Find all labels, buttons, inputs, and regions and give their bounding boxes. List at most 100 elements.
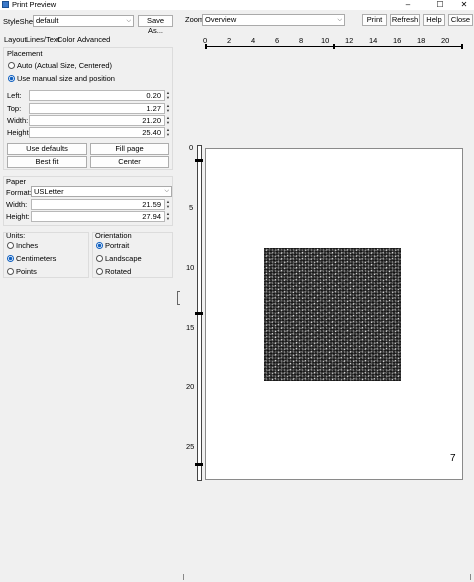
use-defaults-button[interactable]: Use defaults: [7, 143, 87, 155]
left-label: Left:: [7, 91, 22, 100]
auto-radio-label: Auto (Actual Size, Centered): [17, 61, 113, 70]
width-label: Width:: [7, 116, 29, 125]
vruler-marker-mid: [195, 312, 203, 315]
bottom-tick-right: [470, 574, 471, 580]
zoom-select[interactable]: Overview ⌵: [202, 14, 345, 26]
tab-lines-text[interactable]: Lines/Text: [26, 35, 60, 45]
tab-layout[interactable]: Layout: [4, 35, 27, 45]
tab-color[interactable]: Color: [57, 35, 75, 45]
title-bar: Print Preview – ☐ ✕: [0, 0, 474, 10]
spin-down-icon: ▼: [166, 216, 170, 221]
vruler-marker-bottom: [195, 463, 203, 466]
spin-down-icon: ▼: [166, 108, 170, 113]
paper-title: Paper: [6, 177, 27, 186]
paper-height-input[interactable]: 27.94: [31, 211, 165, 222]
chevron-down-icon: ⌵: [337, 17, 342, 23]
manual-radio-label: Use manual size and position: [17, 74, 115, 83]
stylesheet-value: default: [36, 16, 59, 25]
stylesheet-select[interactable]: default ⌵: [33, 15, 134, 27]
vruler-label: 25: [186, 442, 195, 451]
chevron-down-icon: ⌵: [126, 18, 131, 24]
orientation-rotated-radio[interactable]: [96, 268, 103, 275]
width-spinner[interactable]: ▲ ▼: [165, 115, 171, 126]
orientation-portrait-radio[interactable]: [96, 242, 103, 249]
height-spinner[interactable]: ▲ ▼: [165, 127, 171, 138]
top-label: Top:: [7, 104, 22, 113]
paper-height-spinner[interactable]: ▲ ▼: [165, 211, 171, 222]
orientation-landscape-label: Landscape: [105, 254, 142, 263]
best-fit-button[interactable]: Best fit: [7, 156, 87, 168]
vruler-label: 5: [189, 203, 194, 212]
width-input[interactable]: 21.20: [29, 115, 165, 126]
image-figure: [264, 248, 401, 381]
close-window-button[interactable]: ✕: [454, 0, 474, 10]
vruler-label: 0: [189, 143, 194, 152]
paper-width-label: Width:: [6, 200, 28, 209]
paper-width-spinner[interactable]: ▲ ▼: [165, 199, 171, 210]
height-input[interactable]: 25.40: [29, 127, 165, 138]
format-value: USLetter: [34, 187, 64, 196]
horizontal-ruler: 0 2 4 6 8 10 12 14 16 18 20: [203, 34, 463, 50]
window-title: Print Preview: [12, 0, 57, 9]
left-input[interactable]: 0.20: [29, 90, 165, 101]
minimize-button[interactable]: –: [398, 0, 418, 10]
units-points-radio[interactable]: [7, 268, 14, 275]
paper-height-label: Height:: [6, 212, 30, 221]
center-button[interactable]: Center: [90, 156, 169, 168]
hruler-label: 6: [275, 36, 280, 45]
spin-down-icon: ▼: [166, 120, 170, 125]
hruler-label: 16: [393, 36, 402, 45]
bottom-tick-left: [183, 574, 184, 580]
paper-width-input[interactable]: 21.59: [31, 199, 165, 210]
left-spinner[interactable]: ▲ ▼: [165, 90, 171, 101]
zoom-value: Overview: [205, 15, 237, 24]
hruler-label: 4: [251, 36, 256, 45]
format-select[interactable]: USLetter ⌵: [31, 186, 172, 197]
hruler-label: 14: [369, 36, 378, 45]
units-centimeters-radio[interactable]: [7, 255, 14, 262]
hruler-label: 10: [321, 36, 330, 45]
print-button[interactable]: Print: [362, 14, 387, 26]
maximize-button[interactable]: ☐: [430, 0, 450, 10]
orientation-portrait-label: Portrait: [105, 241, 130, 250]
spin-down-icon: ▼: [166, 95, 170, 100]
chevron-down-icon: ⌵: [164, 188, 169, 194]
orientation-rotated-label: Rotated: [105, 267, 132, 276]
tab-advanced[interactable]: Advanced: [77, 35, 110, 45]
placement-title: Placement: [7, 49, 43, 58]
top-spinner[interactable]: ▲ ▼: [165, 103, 171, 114]
ruler-marker-mid: [333, 44, 335, 49]
vruler-marker-top: [195, 159, 203, 162]
units-inches-radio[interactable]: [7, 242, 14, 249]
hruler-label: 18: [417, 36, 426, 45]
vertical-ruler: 0 5 10 15 20 25: [186, 143, 204, 481]
orientation-landscape-radio[interactable]: [96, 255, 103, 262]
units-inches-label: Inches: [16, 241, 39, 250]
spin-down-icon: ▼: [166, 132, 170, 137]
save-as-button[interactable]: Save As...: [138, 15, 173, 35]
hruler-label: 0: [203, 36, 208, 45]
auto-radio[interactable]: [8, 62, 15, 69]
splitter-handle[interactable]: [177, 291, 180, 305]
vruler-label: 10: [186, 263, 195, 272]
page-number: 7: [450, 453, 456, 464]
hruler-label: 2: [227, 36, 232, 45]
app-icon: [2, 1, 9, 8]
height-label: Height:: [7, 128, 31, 137]
hruler-label: 8: [299, 36, 304, 45]
hruler-label: 20: [441, 36, 450, 45]
vruler-label: 20: [186, 382, 195, 391]
format-label: Format:: [6, 188, 32, 197]
help-button[interactable]: Help: [423, 14, 445, 26]
fill-page-button[interactable]: Fill page: [90, 143, 169, 155]
close-button[interactable]: Close: [448, 14, 473, 26]
spin-down-icon: ▼: [166, 204, 170, 209]
top-input[interactable]: 1.27: [29, 103, 165, 114]
ruler-marker-right: [461, 44, 463, 49]
manual-radio[interactable]: [8, 75, 15, 82]
units-centimeters-label: Centimeters: [16, 254, 57, 263]
refresh-button[interactable]: Refresh: [390, 14, 420, 26]
vruler-label: 15: [186, 323, 195, 332]
units-points-label: Points: [16, 267, 37, 276]
hruler-label: 12: [345, 36, 354, 45]
